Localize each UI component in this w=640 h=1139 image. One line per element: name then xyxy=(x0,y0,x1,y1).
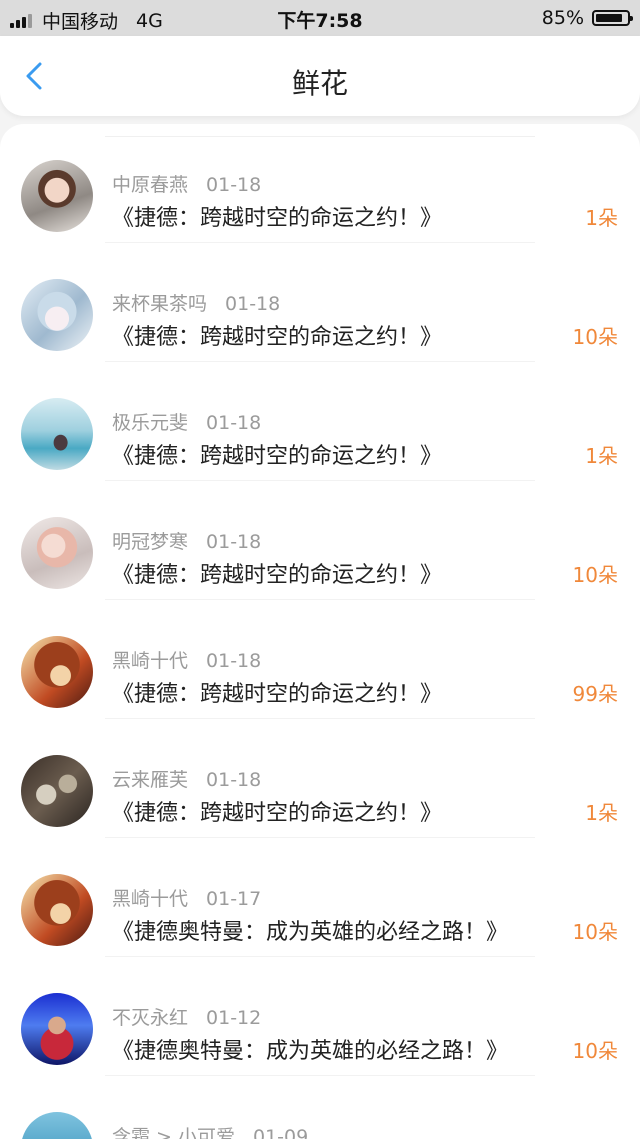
flower-count: 99朵 xyxy=(572,682,618,706)
battery-percent: 85% xyxy=(541,7,584,29)
avatar[interactable] xyxy=(21,398,93,470)
flower-count: 10朵 xyxy=(572,325,618,349)
date: 01-12 xyxy=(206,1007,262,1029)
avatar[interactable] xyxy=(21,636,93,708)
list-item[interactable]: 含霜 > 小可爱 01-09 xyxy=(0,1076,640,1139)
flower-count: 10朵 xyxy=(572,1039,618,1063)
avatar[interactable] xyxy=(21,517,93,589)
user-name[interactable]: 云来雁芙 xyxy=(112,769,188,791)
book-title[interactable]: 《捷德：跨越时空的命运之约！》 xyxy=(112,676,442,708)
page-title: 鲜花 xyxy=(291,67,348,100)
avatar[interactable] xyxy=(21,874,93,946)
user-name[interactable]: 来杯果茶吗 xyxy=(112,293,207,315)
date: 01-18 xyxy=(225,293,281,315)
list-item[interactable]: 云来雁芙 01-18 《捷德：跨越时空的命运之约！》 1朵 xyxy=(0,719,640,838)
list-item[interactable]: 不灭永红 01-12 《捷德奥特曼：成为英雄的必经之路！》 10朵 xyxy=(0,957,640,1076)
user-name[interactable]: 黑崎十代 xyxy=(112,650,188,672)
avatar[interactable] xyxy=(21,755,93,827)
battery-icon xyxy=(592,10,633,26)
book-title[interactable]: 《捷德：跨越时空的命运之约！》 xyxy=(112,319,442,351)
date: 01-18 xyxy=(206,650,262,672)
book-title[interactable]: 《捷德：跨越时空的命运之约！》 xyxy=(112,795,442,827)
book-title[interactable]: 《捷德奥特曼：成为英雄的必经之路！》 xyxy=(112,1033,508,1065)
flower-count: 1朵 xyxy=(585,444,618,468)
user-name[interactable]: 极乐元斐 xyxy=(112,412,188,434)
book-title[interactable]: 《捷德奥特曼：成为英雄的必经之路！》 xyxy=(112,914,508,946)
status-right: 85% xyxy=(541,7,633,29)
book-title[interactable]: 《捷德：跨越时空的命运之约！》 xyxy=(112,557,442,589)
date: 01-17 xyxy=(206,888,262,910)
user-name[interactable]: 黑崎十代 xyxy=(112,888,188,910)
list-item[interactable]: 来杯果茶吗 01-18 《捷德：跨越时空的命运之约！》 10朵 xyxy=(0,243,640,362)
avatar[interactable] xyxy=(21,160,93,232)
flower-list: 中原春燕 01-18 《捷德：跨越时空的命运之约！》 1朵 来杯果茶吗 01-18 … xyxy=(0,124,640,1139)
list-item[interactable]: 黑崎十代 01-17 《捷德奥特曼：成为英雄的必经之路！》 10朵 xyxy=(0,838,640,957)
flower-count: 1朵 xyxy=(585,206,618,230)
list-item[interactable]: 中原春燕 01-18 《捷德：跨越时空的命运之约！》 1朵 xyxy=(0,124,640,243)
flower-count: 10朵 xyxy=(572,920,618,944)
flower-count: 1朵 xyxy=(585,801,618,825)
book-title[interactable]: 《捷德：跨越时空的命运之约！》 xyxy=(112,438,442,470)
date: 01-18 xyxy=(206,769,262,791)
user-name[interactable]: 中原春燕 xyxy=(112,174,188,196)
date: 01-18 xyxy=(206,174,262,196)
avatar[interactable] xyxy=(21,1112,93,1139)
user-name[interactable]: 明冠梦寒 xyxy=(112,531,188,553)
date: 01-09 xyxy=(253,1126,309,1139)
list-item[interactable]: 黑崎十代 01-18 《捷德：跨越时空的命运之约！》 99朵 xyxy=(0,600,640,719)
book-title[interactable]: 《捷德：跨越时空的命运之约！》 xyxy=(112,200,442,232)
list-item[interactable]: 明冠梦寒 01-18 《捷德：跨越时空的命运之约！》 10朵 xyxy=(0,481,640,600)
flower-count: 10朵 xyxy=(572,563,618,587)
user-name[interactable]: 含霜 > 小可爱 xyxy=(112,1126,235,1139)
battery-fill xyxy=(596,14,622,22)
list-item[interactable]: 极乐元斐 01-18 《捷德：跨越时空的命运之约！》 1朵 xyxy=(0,362,640,481)
avatar[interactable] xyxy=(21,993,93,1065)
status-bar: 中国移动 4G 下午7:58 85% xyxy=(0,0,640,36)
avatar[interactable] xyxy=(21,279,93,351)
date: 01-18 xyxy=(206,531,262,553)
user-name[interactable]: 不灭永红 xyxy=(112,1007,188,1029)
nav-header: 鲜花 xyxy=(0,36,640,116)
date: 01-18 xyxy=(206,412,262,434)
